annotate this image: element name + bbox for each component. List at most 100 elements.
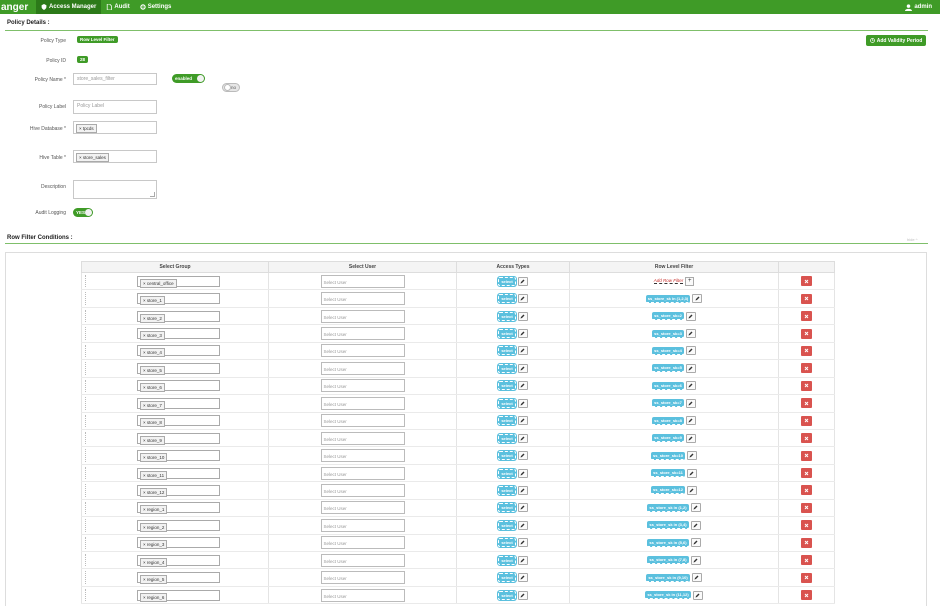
select-group-input[interactable]: × store_10 <box>137 450 220 463</box>
select-group-input[interactable]: × store_1 <box>137 293 220 306</box>
row-filter-expression[interactable]: ss_store_sk=7 <box>652 399 684 408</box>
access-type-pill[interactable]: select <box>497 450 517 462</box>
group-tag[interactable]: × region_1 <box>140 505 168 515</box>
group-tag[interactable]: × central_office <box>140 278 177 288</box>
group-tag[interactable]: × store_10 <box>140 453 168 463</box>
edit-filter-button[interactable] <box>692 590 703 600</box>
edit-filter-button[interactable] <box>685 433 696 443</box>
user-menu[interactable]: admin <box>905 0 932 14</box>
edit-access-button[interactable] <box>517 276 528 286</box>
select-user-input[interactable]: Select User <box>320 327 405 341</box>
select-user-input[interactable]: Select User <box>320 449 405 463</box>
delete-row-button[interactable] <box>801 345 812 356</box>
access-type-pill[interactable]: select <box>497 572 517 584</box>
delete-row-button[interactable] <box>801 311 812 322</box>
select-user-input[interactable]: Select User <box>320 466 405 480</box>
select-user-input[interactable]: Select User <box>320 536 405 550</box>
delete-row-button[interactable] <box>801 415 812 426</box>
edit-filter-button[interactable] <box>685 363 696 373</box>
edit-access-button[interactable] <box>517 294 528 304</box>
drag-handle[interactable] <box>85 362 86 375</box>
row-filter-expression[interactable]: ss_store_sk in (3,4) <box>647 521 689 530</box>
group-tag[interactable]: × store_3 <box>140 331 165 341</box>
edit-access-button[interactable] <box>517 329 528 339</box>
resize-handle[interactable] <box>150 192 155 197</box>
edit-filter-button[interactable] <box>685 329 696 339</box>
delete-row-button[interactable] <box>801 468 812 479</box>
select-user-input[interactable]: Select User <box>320 501 405 515</box>
access-type-pill[interactable]: select <box>497 519 517 531</box>
group-tag[interactable]: × region_2 <box>140 522 168 532</box>
edit-filter-button[interactable] <box>685 416 696 426</box>
edit-access-button[interactable] <box>517 468 528 478</box>
hive-database-tag[interactable]: × tpcds <box>76 124 97 133</box>
edit-access-button[interactable] <box>517 363 528 373</box>
select-user-input[interactable]: Select User <box>320 379 405 393</box>
delete-row-button[interactable] <box>801 555 812 566</box>
delete-row-button[interactable] <box>801 380 812 391</box>
row-filter-expression[interactable]: ss_store_sk=11 <box>651 469 685 478</box>
edit-filter-button[interactable] <box>685 398 696 408</box>
access-type-pill[interactable]: select <box>497 328 517 340</box>
policy-label-input[interactable]: Policy Label <box>73 100 157 114</box>
select-group-input[interactable]: × region_2 <box>137 519 220 532</box>
edit-access-button[interactable] <box>517 381 528 391</box>
group-tag[interactable]: × store_12 <box>140 487 168 497</box>
select-group-input[interactable]: × store_8 <box>137 415 220 428</box>
access-type-pill[interactable]: select <box>497 502 517 514</box>
access-type-pill[interactable]: select <box>497 537 517 549</box>
edit-access-button[interactable] <box>517 416 528 426</box>
edit-access-button[interactable] <box>517 590 528 600</box>
group-tag[interactable]: × region_6 <box>140 592 168 602</box>
edit-filter-button[interactable] <box>690 555 701 565</box>
group-tag[interactable]: × store_8 <box>140 418 165 428</box>
edit-access-button[interactable] <box>517 555 528 565</box>
select-group-input[interactable]: × store_7 <box>137 397 220 410</box>
delete-row-button[interactable] <box>801 485 812 496</box>
row-filter-expression[interactable]: ss_store_sk=6 <box>652 381 684 390</box>
select-user-input[interactable]: Select User <box>320 396 405 410</box>
select-user-input[interactable]: Select User <box>320 414 405 428</box>
select-user-input[interactable]: Select User <box>320 571 405 585</box>
access-type-pill[interactable]: select <box>497 362 517 374</box>
edit-access-button[interactable] <box>517 311 528 321</box>
select-group-input[interactable]: × central_office <box>137 275 220 288</box>
access-type-pill[interactable]: select <box>497 467 517 479</box>
drag-handle[interactable] <box>85 414 86 427</box>
brand-logo[interactable]: anger <box>0 2 36 13</box>
add-filter-button[interactable]: + <box>685 276 695 286</box>
select-user-input[interactable]: Select User <box>320 483 405 497</box>
edit-filter-button[interactable] <box>692 294 703 304</box>
delete-row-button[interactable] <box>801 520 812 531</box>
select-group-input[interactable]: × store_3 <box>137 328 220 341</box>
drag-handle[interactable] <box>85 501 86 515</box>
row-filter-expression[interactable]: ss_store_sk in (9,10) <box>646 573 690 582</box>
drag-handle[interactable] <box>85 554 86 567</box>
delete-row-button[interactable] <box>801 590 812 601</box>
select-group-input[interactable]: × store_9 <box>137 432 220 445</box>
access-type-pill[interactable]: select <box>497 310 517 322</box>
select-user-input[interactable]: Select User <box>320 518 405 532</box>
select-group-input[interactable]: × region_6 <box>137 589 220 602</box>
row-filter-expression[interactable]: ss_store_sk=10 <box>651 451 685 460</box>
edit-filter-button[interactable] <box>690 538 701 548</box>
delete-row-button[interactable] <box>801 363 812 374</box>
drag-handle[interactable] <box>85 309 86 323</box>
access-type-pill[interactable]: select <box>497 589 517 601</box>
select-user-input[interactable]: Select User <box>320 553 405 567</box>
row-filter-expression[interactable]: ss_store_sk=5 <box>652 364 684 373</box>
policy-name-input[interactable]: store_sales_filter <box>73 73 157 85</box>
edit-access-button[interactable] <box>517 451 528 461</box>
edit-filter-button[interactable] <box>686 468 697 478</box>
select-user-input[interactable]: Select User <box>320 309 405 323</box>
group-tag[interactable]: × store_6 <box>140 383 165 393</box>
nav-audit[interactable]: Audit <box>101 0 134 14</box>
edit-access-button[interactable] <box>517 433 528 443</box>
select-group-input[interactable]: × store_12 <box>137 484 220 497</box>
delete-row-button[interactable] <box>801 537 812 548</box>
edit-access-button[interactable] <box>517 538 528 548</box>
access-type-pill[interactable]: select <box>497 484 517 496</box>
edit-access-button[interactable] <box>517 346 528 356</box>
group-tag[interactable]: × store_1 <box>140 296 165 306</box>
edit-access-button[interactable] <box>517 520 528 530</box>
